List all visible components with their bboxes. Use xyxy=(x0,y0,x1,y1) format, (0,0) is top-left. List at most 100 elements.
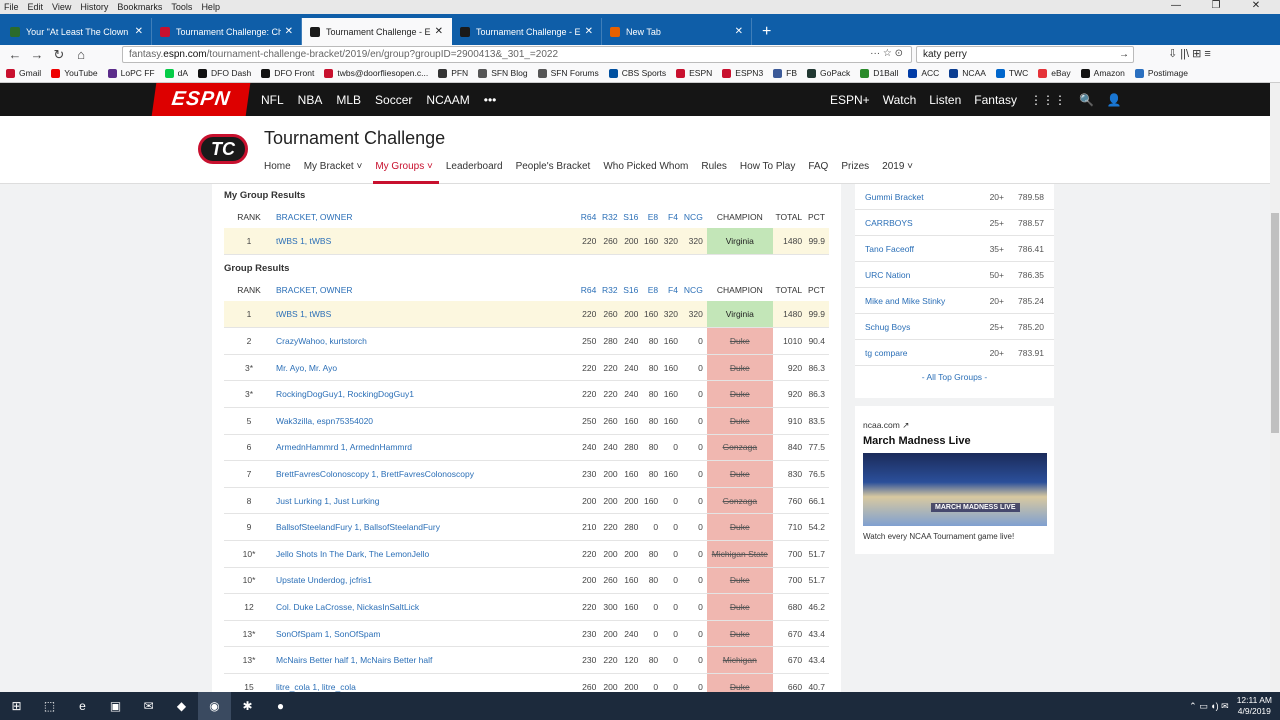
search-input[interactable]: katy perry → xyxy=(916,46,1134,63)
tc-nav-item[interactable]: Rules xyxy=(701,161,727,172)
top-group-name[interactable]: Mike and Mike Stinky xyxy=(865,296,966,306)
all-top-groups-link[interactable]: - All Top Groups - xyxy=(855,372,1054,382)
listen-link[interactable]: Listen xyxy=(929,93,961,107)
bookmark-item[interactable]: ESPN xyxy=(676,68,712,78)
page-scrollbar[interactable] xyxy=(1270,83,1280,692)
cell-bracket[interactable]: tWBS 1, tWBS xyxy=(274,228,579,256)
mail-icon[interactable]: ✉ xyxy=(132,692,165,720)
url-bar[interactable]: fantasy. espn.com/tournament-challenge-br… xyxy=(122,46,912,63)
espn-nav-item[interactable]: NCAAM xyxy=(426,93,469,107)
browser-tab[interactable]: Your "At Least The Clown Show ✕ xyxy=(2,18,152,45)
firefox-icon[interactable]: ◉ xyxy=(198,692,231,720)
browser-tab[interactable]: Tournament Challenge: Check ✕ xyxy=(152,18,302,45)
ad-title[interactable]: March Madness Live xyxy=(863,435,1046,447)
bookmark-item[interactable]: GoPack xyxy=(807,68,850,78)
back-button[interactable]: ← xyxy=(4,47,26,62)
cell-bracket[interactable]: ArmednHammrd 1, ArmednHammrd xyxy=(274,434,579,462)
search-go-icon[interactable]: → xyxy=(1119,49,1129,60)
home-button[interactable]: ⌂ xyxy=(70,47,92,62)
tray-icons[interactable]: ⌃ ▭ ◖) ✉ xyxy=(1189,701,1229,712)
top-group-name[interactable]: Tano Faceoff xyxy=(865,244,966,254)
close-button[interactable]: ✕ xyxy=(1236,0,1276,11)
top-group-name[interactable]: CARRBOYS xyxy=(865,218,966,228)
espn-plus-link[interactable]: ESPN+ xyxy=(830,93,870,107)
bookmark-item[interactable]: dA xyxy=(164,68,188,78)
tc-nav-item[interactable]: Home xyxy=(264,161,291,172)
bookmark-item[interactable]: NCAA xyxy=(949,68,986,78)
clock[interactable]: 12:11 AM 4/9/2019 xyxy=(1237,695,1272,717)
ad-image[interactable]: MARCH MADNESS LIVE xyxy=(863,453,1047,526)
browser-tab[interactable]: New Tab ✕ xyxy=(602,18,752,45)
apps-grid-icon[interactable]: ⋮⋮⋮ xyxy=(1030,93,1066,107)
tc-logo[interactable]: TC xyxy=(198,134,248,164)
cell-bracket[interactable]: BallsofSteelandFury 1, BallsofSteelandFu… xyxy=(274,513,579,541)
bookmark-item[interactable]: SFN Forums xyxy=(537,68,599,78)
espn-nav-item[interactable]: ••• xyxy=(484,93,497,107)
bookmark-item[interactable]: ESPN3 xyxy=(722,68,763,78)
march-madness-ad[interactable]: ncaa.com ↗ March Madness Live MARCH MADN… xyxy=(855,406,1054,554)
menu-history[interactable]: History xyxy=(80,2,108,12)
tab-close-icon[interactable]: ✕ xyxy=(585,26,593,37)
espn-nav-item[interactable]: NBA xyxy=(298,93,323,107)
task-view-icon[interactable]: ⬚ xyxy=(33,692,66,720)
store-icon[interactable]: ▣ xyxy=(99,692,132,720)
reload-button[interactable]: ↻ xyxy=(48,47,70,63)
toolbar-icons[interactable]: ⇩ ||\ ⊞ ≡ xyxy=(1168,47,1211,60)
tab-close-icon[interactable]: ✕ xyxy=(135,26,143,37)
bookmark-item[interactable]: twbs@doorfliesopen.c... xyxy=(324,68,428,78)
edge-icon[interactable]: e xyxy=(66,692,99,720)
cell-bracket[interactable]: RockingDogGuy1, RockingDogGuy1 xyxy=(274,380,579,408)
top-group-name[interactable]: Schug Boys xyxy=(865,322,966,332)
menu-view[interactable]: View xyxy=(52,2,71,12)
maximize-button[interactable]: ❐ xyxy=(1196,0,1236,11)
bookmark-item[interactable]: FB xyxy=(773,68,797,78)
search-icon[interactable]: 🔍 xyxy=(1079,93,1094,107)
cell-bracket[interactable]: litre_cola 1, litre_cola xyxy=(274,673,579,692)
tc-nav-item[interactable]: Leaderboard xyxy=(446,161,503,172)
cell-bracket[interactable]: CrazyWahoo, kurtstorch xyxy=(274,327,579,355)
tab-close-icon[interactable]: ✕ xyxy=(285,26,293,37)
bookmark-item[interactable]: D1Ball xyxy=(860,68,898,78)
tc-nav-item[interactable]: FAQ xyxy=(808,161,828,172)
espn-nav-item[interactable]: MLB xyxy=(336,93,361,107)
bookmark-item[interactable]: DFO Front xyxy=(261,68,314,78)
cell-bracket[interactable]: BrettFavresColonoscopy 1, BrettFavresCol… xyxy=(274,460,579,488)
minimize-button[interactable]: — xyxy=(1156,0,1196,11)
tc-nav-item[interactable]: Prizes xyxy=(841,161,869,172)
tc-nav-item[interactable]: How To Play xyxy=(740,161,795,172)
bookmark-item[interactable]: ACC xyxy=(908,68,939,78)
cell-bracket[interactable]: Just Lurking 1, Just Lurking xyxy=(274,487,579,515)
menu-tools[interactable]: Tools xyxy=(171,2,192,12)
espn-nav-item[interactable]: Soccer xyxy=(375,93,412,107)
menu-edit[interactable]: Edit xyxy=(28,2,44,12)
start-icon[interactable]: ⊞ xyxy=(0,692,33,720)
profile-icon[interactable]: 👤 xyxy=(1107,93,1122,107)
menu-file[interactable]: File xyxy=(4,2,19,12)
cell-bracket[interactable]: McNairs Better half 1, McNairs Better ha… xyxy=(274,646,579,674)
cell-bracket[interactable]: Jello Shots In The Dark, The LemonJello xyxy=(274,540,579,568)
top-group-name[interactable]: tg compare xyxy=(865,348,966,358)
tc-nav-item[interactable]: 2019 ˅ xyxy=(882,161,913,172)
tc-nav-item[interactable]: Who Picked Whom xyxy=(603,161,688,172)
browser-tab[interactable]: Tournament Challenge - ESPN ✕ xyxy=(452,18,602,45)
new-tab-button[interactable]: + xyxy=(752,18,781,45)
cell-bracket[interactable]: Wak3zilla, espn75354020 xyxy=(274,407,579,435)
bookmark-item[interactable]: eBay xyxy=(1038,68,1071,78)
menu-help[interactable]: Help xyxy=(201,2,220,12)
bookmark-item[interactable]: SFN Blog xyxy=(478,68,528,78)
app-icon[interactable]: ◆ xyxy=(165,692,198,720)
cell-bracket[interactable]: Col. Duke LaCrosse, NickasInSaltLick xyxy=(274,593,579,621)
menu-bookmarks[interactable]: Bookmarks xyxy=(117,2,162,12)
espn-nav-item[interactable]: NFL xyxy=(261,93,284,107)
tab-close-icon[interactable]: ✕ xyxy=(735,26,743,37)
bookmark-item[interactable]: PFN xyxy=(438,68,468,78)
watch-link[interactable]: Watch xyxy=(883,93,917,107)
tc-nav-item[interactable]: My Bracket ˅ xyxy=(304,161,363,172)
browser-tab[interactable]: Tournament Challenge - ESPN ✕ xyxy=(302,18,452,45)
top-group-name[interactable]: Gummi Bracket xyxy=(865,192,966,202)
cell-bracket[interactable]: Upstate Underdog, jcfris1 xyxy=(274,567,579,595)
bookmark-item[interactable]: YouTube xyxy=(51,68,98,78)
bookmark-item[interactable]: DFO Dash xyxy=(198,68,251,78)
tab-close-icon[interactable]: ✕ xyxy=(435,26,443,37)
bookmark-item[interactable]: LoPC FF xyxy=(107,68,155,78)
